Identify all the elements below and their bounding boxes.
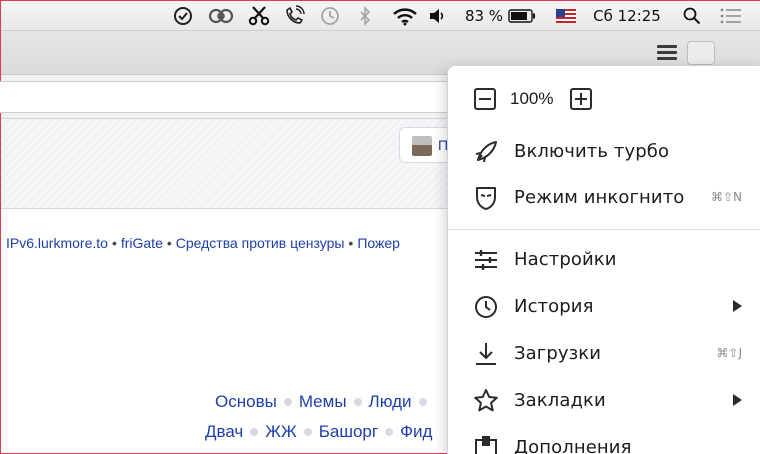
menu-item-label: Режим инкогнито (514, 187, 685, 208)
checklist-icon[interactable] (171, 1, 195, 31)
phone-icon[interactable] (281, 1, 307, 31)
link-separator: • (348, 235, 354, 251)
wifi-icon[interactable] (391, 1, 419, 31)
menu-item-label: Дополнения (514, 437, 632, 454)
menu-item-label: История (514, 296, 594, 317)
submenu-arrow-icon (733, 394, 742, 406)
menu-item-settings[interactable]: Настройки (448, 236, 760, 282)
section-link[interactable]: Двач (205, 422, 243, 441)
link-dot (418, 397, 427, 406)
volume-icon[interactable] (427, 1, 449, 31)
star-icon (472, 387, 500, 415)
menu-item-turbo[interactable]: Включить турбо (448, 128, 760, 174)
rocket-icon (472, 138, 500, 166)
creative-cloud-icon[interactable] (205, 1, 237, 31)
menu-item-downloads[interactable]: Загрузки ⌘⇧J (448, 330, 760, 376)
menu-item-extensions[interactable]: Дополнения (448, 424, 760, 454)
section-links-row-2: Двач ЖЖ Башорг Фид (205, 422, 432, 442)
clock-icon (472, 293, 500, 321)
section-link[interactable]: Мемы (299, 392, 347, 411)
section-links-row-1: Основы Мемы Люди (215, 392, 434, 412)
download-icon (472, 340, 500, 368)
browser-main-menu: 100% Включить турбо Режим инкогнито ⌘⇧N … (447, 65, 760, 454)
link-separator: • (166, 235, 172, 251)
zoom-value: 100% (510, 89, 554, 108)
address-field[interactable] (0, 81, 467, 113)
menu-item-shortcut: ⌘⇧N (710, 190, 742, 204)
link-anticensorship[interactable]: Средства против цензуры (176, 235, 345, 251)
spotlight-search-icon[interactable] (679, 1, 705, 31)
toolbar-button[interactable] (687, 41, 715, 65)
link-frigate[interactable]: friGate (121, 235, 163, 251)
link-dot (283, 397, 292, 406)
menu-item-bookmarks[interactable]: Закладки (448, 377, 760, 423)
link-ipv6[interactable]: IPv6.lurkmore.to (6, 235, 108, 251)
extensions-icon (472, 434, 500, 454)
link-dot (353, 397, 362, 406)
section-link[interactable]: Башорг (319, 422, 378, 441)
clock[interactable]: Сб 12:25 (589, 1, 665, 31)
time-machine-icon[interactable] (317, 1, 343, 31)
link-separator: • (111, 235, 117, 251)
top-links-line: IPv6.lurkmore.to • friGate • Средства против… (6, 235, 400, 251)
section-link[interactable]: Основы (215, 392, 277, 411)
section-link[interactable]: Люди (369, 392, 412, 411)
incognito-mask-icon (472, 184, 500, 212)
link-pozher[interactable]: Пожер (357, 235, 400, 251)
menu-item-shortcut: ⌘⇧J (716, 346, 742, 360)
notification-center-icon[interactable] (717, 1, 745, 31)
battery-percent: 83 % (464, 7, 504, 25)
menu-divider (448, 229, 760, 230)
menu-item-label: Включить турбо (514, 141, 670, 162)
zoom-out-button[interactable] (474, 88, 496, 110)
zoom-controls: 100% (474, 88, 674, 112)
menu-item-label: Загрузки (514, 343, 602, 364)
bluetooth-icon[interactable] (355, 1, 375, 31)
menu-item-history[interactable]: История (448, 283, 760, 329)
submenu-arrow-icon (733, 300, 742, 312)
avatar (412, 136, 432, 156)
section-link[interactable]: Фид (400, 422, 432, 441)
link-dot (250, 427, 259, 436)
menu-item-label: Закладки (514, 390, 606, 411)
hamburger-menu-icon[interactable] (655, 45, 681, 63)
settings-sliders-icon (472, 246, 500, 274)
macos-menubar: 83 % Сб 12:25 (1, 1, 760, 31)
zoom-in-button[interactable] (570, 88, 592, 110)
us-flag-icon[interactable] (554, 1, 578, 31)
scissors-icon[interactable] (246, 1, 272, 31)
link-dot (303, 427, 312, 436)
battery-icon[interactable] (507, 1, 537, 31)
link-dot (385, 427, 394, 436)
menu-item-incognito[interactable]: Режим инкогнито ⌘⇧N (448, 174, 760, 220)
section-link[interactable]: ЖЖ (265, 422, 296, 441)
menu-item-label: Настройки (514, 249, 617, 270)
